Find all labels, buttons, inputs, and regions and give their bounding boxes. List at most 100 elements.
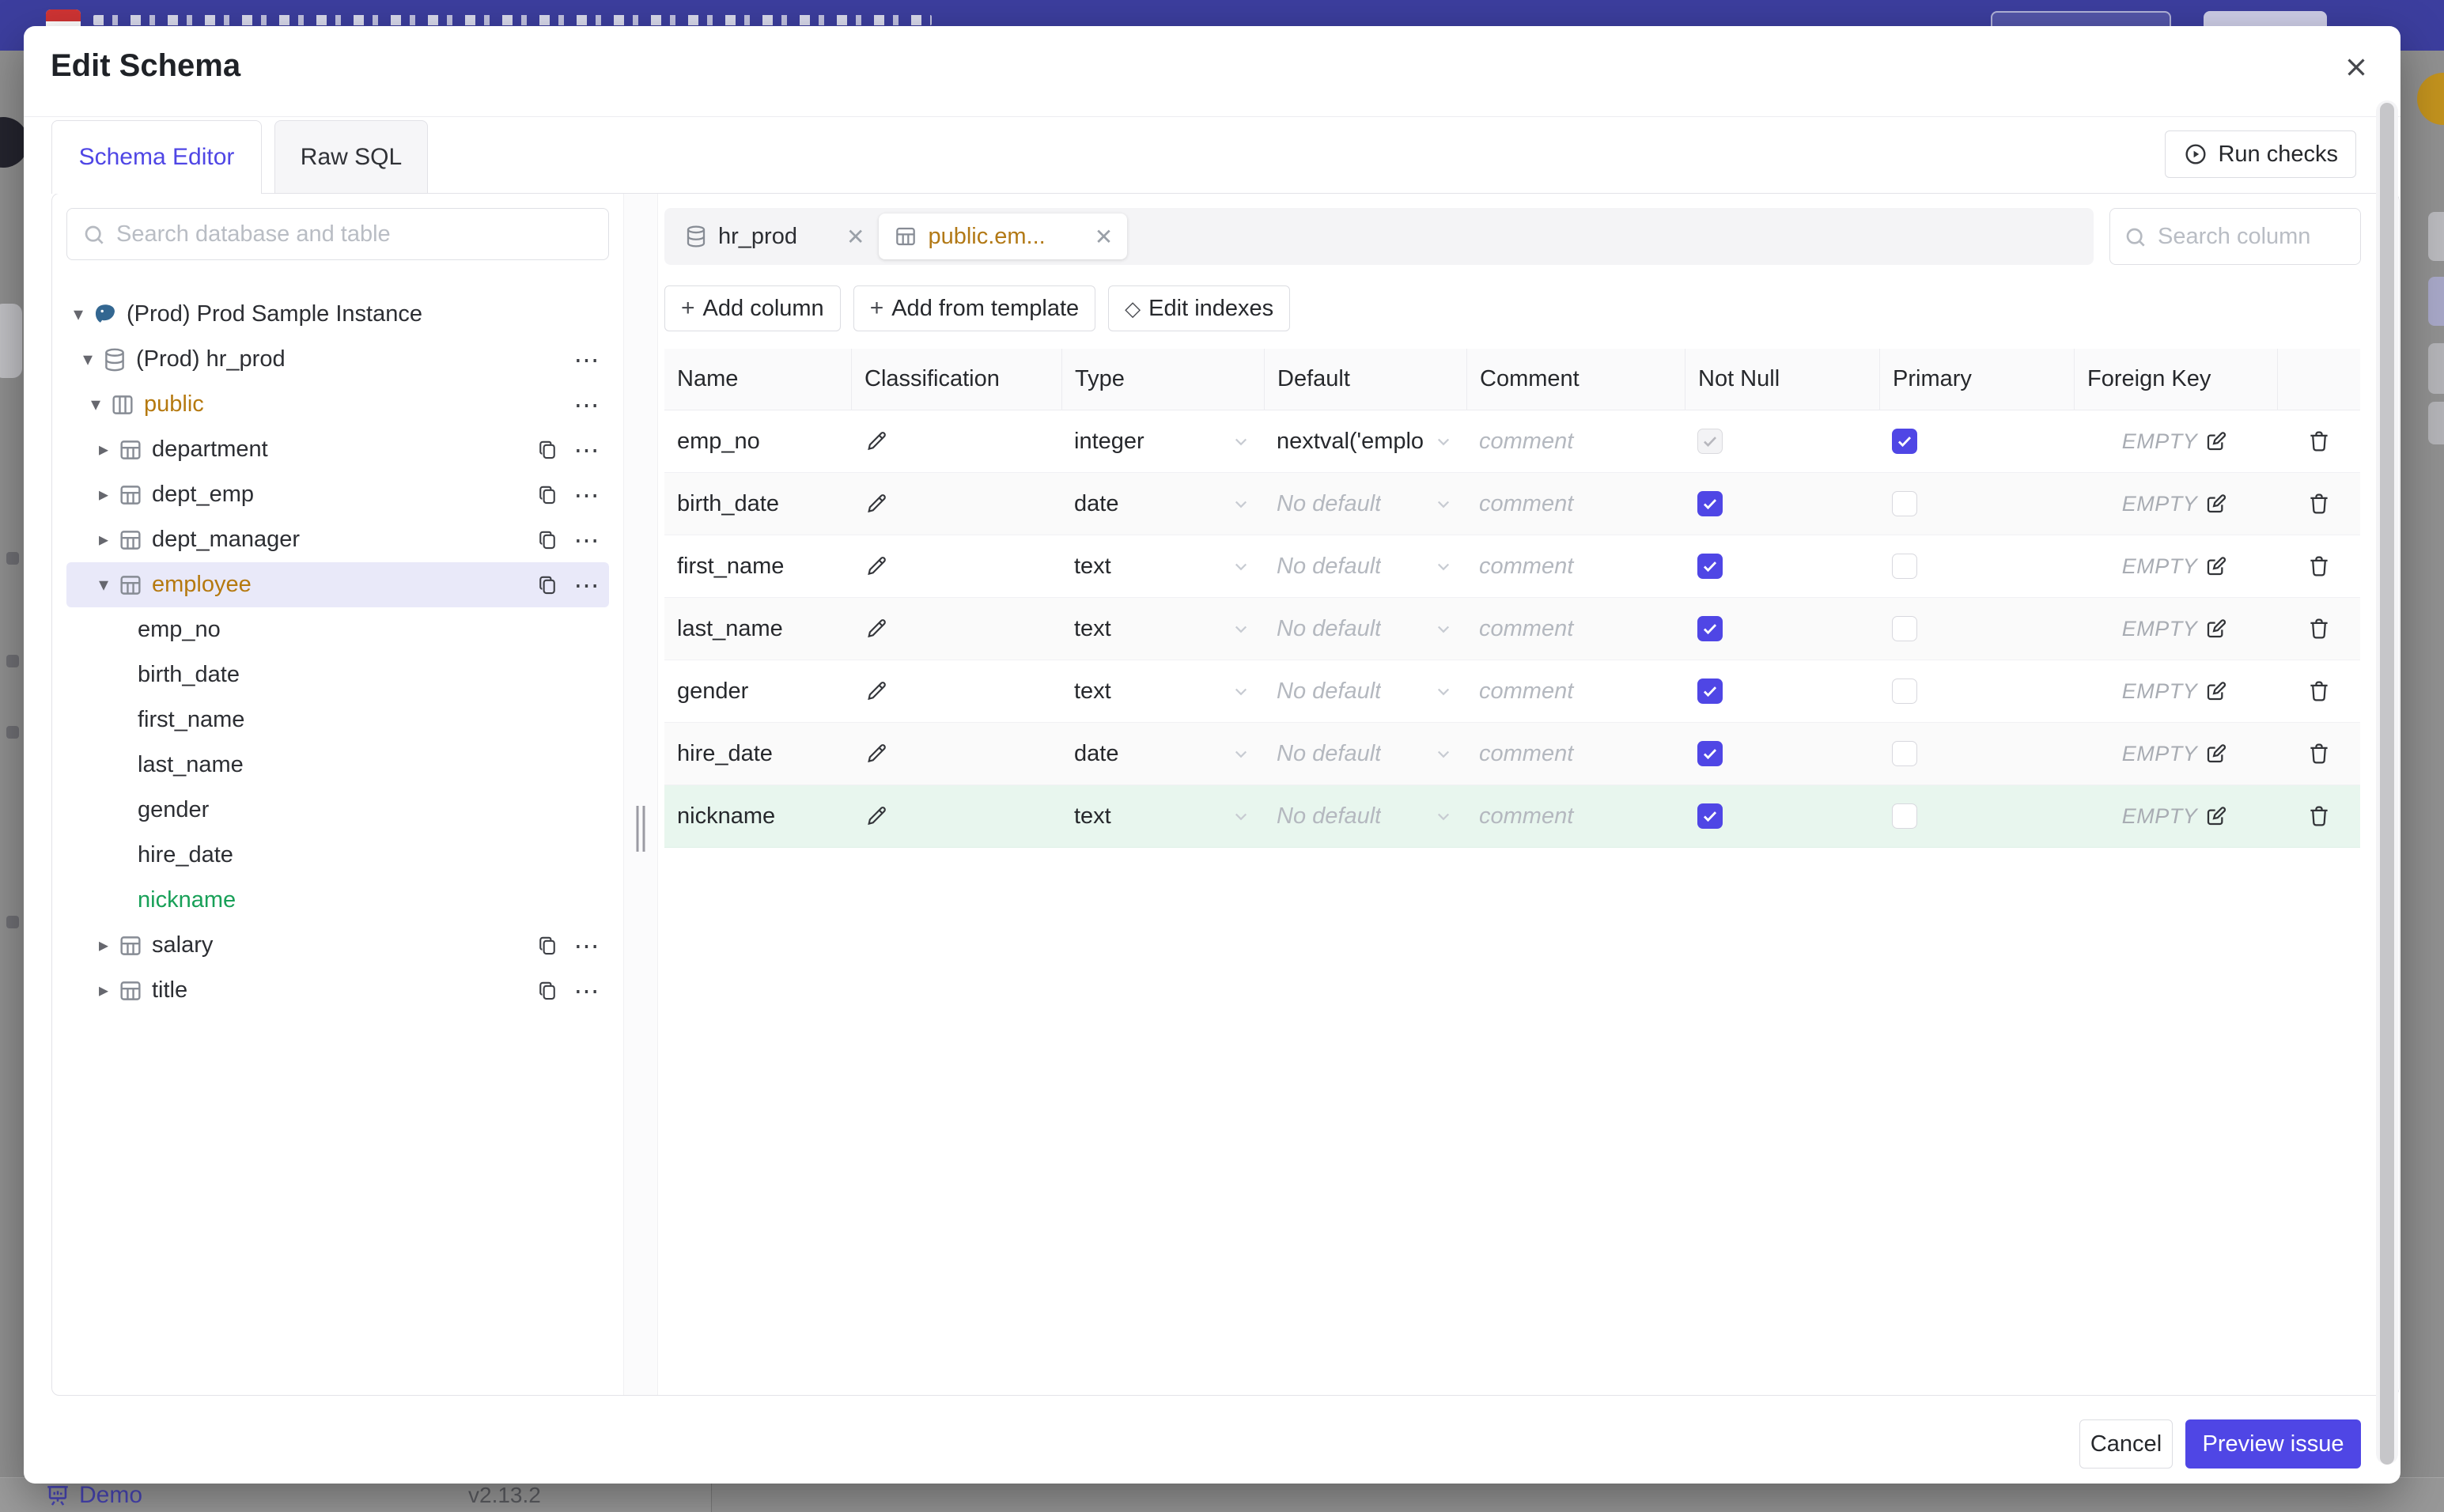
- more-actions-icon[interactable]: ⋯: [573, 391, 601, 419]
- tab-raw-sql[interactable]: Raw SQL: [274, 120, 428, 194]
- column-name-cell[interactable]: hire_date: [664, 723, 851, 784]
- cancel-button[interactable]: Cancel: [2079, 1419, 2173, 1469]
- close-tab-icon[interactable]: ✕: [1095, 224, 1113, 250]
- comment-input[interactable]: comment: [1466, 598, 1685, 660]
- primary-checkbox[interactable]: [1892, 554, 1917, 579]
- more-actions-icon[interactable]: ⋯: [573, 481, 601, 509]
- delete-column-icon[interactable]: [2306, 740, 2332, 767]
- type-select[interactable]: integer: [1061, 410, 1264, 472]
- type-select[interactable]: text: [1061, 535, 1264, 597]
- tree-item-department[interactable]: ▸ department ⋯: [66, 427, 609, 472]
- more-actions-icon[interactable]: ⋯: [573, 932, 601, 960]
- tab-schema-editor[interactable]: Schema Editor: [51, 120, 262, 194]
- delete-column-icon[interactable]: [2306, 678, 2332, 705]
- more-actions-icon[interactable]: ⋯: [573, 571, 601, 599]
- chevron-down-icon[interactable]: ▾: [85, 393, 106, 416]
- comment-input[interactable]: comment: [1466, 723, 1685, 784]
- primary-checkbox[interactable]: [1892, 491, 1917, 516]
- column-name-cell[interactable]: nickname: [664, 785, 851, 847]
- tree-item-dept-emp[interactable]: ▸ dept_emp ⋯: [66, 472, 609, 517]
- tree-item-hr-prod[interactable]: ▾ (Prod) hr_prod ⋯: [66, 337, 609, 382]
- tree-item-nickname[interactable]: nickname: [66, 878, 609, 923]
- tree-item-hire-date[interactable]: hire_date: [66, 833, 609, 878]
- edit-foreign-key-icon[interactable]: [2204, 679, 2229, 704]
- default-select[interactable]: nextval('employ: [1264, 410, 1466, 472]
- not-null-checkbox[interactable]: [1697, 679, 1723, 704]
- chevron-right-icon[interactable]: ▸: [93, 934, 114, 957]
- edit-classification-icon[interactable]: [864, 554, 889, 579]
- edit-foreign-key-icon[interactable]: [2204, 554, 2229, 579]
- tree-item-public[interactable]: ▾ public ⋯: [66, 382, 609, 427]
- chevron-right-icon[interactable]: ▸: [93, 483, 114, 506]
- chevron-right-icon[interactable]: ▸: [93, 528, 114, 551]
- comment-input[interactable]: comment: [1466, 410, 1685, 472]
- chevron-down-icon[interactable]: ▾: [93, 573, 114, 596]
- default-select[interactable]: No default: [1264, 660, 1466, 722]
- chevron-down-icon[interactable]: ▾: [78, 348, 98, 371]
- more-actions-icon[interactable]: ⋯: [573, 526, 601, 554]
- default-select[interactable]: No default: [1264, 473, 1466, 535]
- tree-item-gender[interactable]: gender: [66, 788, 609, 833]
- column-name-cell[interactable]: gender: [664, 660, 851, 722]
- copy-icon[interactable]: [533, 436, 562, 464]
- edit-indexes-button[interactable]: ◇ Edit indexes: [1108, 285, 1291, 331]
- primary-checkbox[interactable]: [1892, 616, 1917, 641]
- tree-item-prod-sample-instance[interactable]: ▾ (Prod) Prod Sample Instance: [66, 292, 609, 337]
- chevron-down-icon[interactable]: ▾: [68, 303, 89, 326]
- tab-chip-hr-prod[interactable]: hr_prod ✕: [669, 208, 879, 265]
- comment-input[interactable]: comment: [1466, 785, 1685, 847]
- close-tab-icon[interactable]: ✕: [846, 224, 864, 250]
- delete-column-icon[interactable]: [2306, 615, 2332, 642]
- edit-classification-icon[interactable]: [864, 616, 889, 641]
- more-actions-icon[interactable]: ⋯: [573, 977, 601, 1005]
- delete-column-icon[interactable]: [2306, 553, 2332, 580]
- type-select[interactable]: date: [1061, 473, 1264, 535]
- tree-item-first-name[interactable]: first_name: [66, 697, 609, 743]
- preview-issue-button[interactable]: Preview issue: [2185, 1419, 2361, 1469]
- tree-item-last-name[interactable]: last_name: [66, 743, 609, 788]
- database-search-input[interactable]: [116, 209, 591, 259]
- column-name-cell[interactable]: first_name: [664, 535, 851, 597]
- copy-icon[interactable]: [533, 977, 562, 1005]
- dialog-scrollbar-thumb[interactable]: [2380, 103, 2394, 1465]
- edit-classification-icon[interactable]: [864, 741, 889, 766]
- copy-icon[interactable]: [533, 481, 562, 509]
- edit-classification-icon[interactable]: [864, 803, 889, 829]
- default-select[interactable]: No default: [1264, 723, 1466, 784]
- default-select[interactable]: No default: [1264, 785, 1466, 847]
- tree-item-salary[interactable]: ▸ salary ⋯: [66, 923, 609, 968]
- more-actions-icon[interactable]: ⋯: [573, 346, 601, 374]
- edit-classification-icon[interactable]: [864, 429, 889, 454]
- tree-item-title[interactable]: ▸ title ⋯: [66, 968, 609, 1013]
- edit-foreign-key-icon[interactable]: [2204, 491, 2229, 516]
- tree-item-dept-manager[interactable]: ▸ dept_manager ⋯: [66, 517, 609, 562]
- primary-checkbox[interactable]: [1892, 429, 1917, 454]
- edit-foreign-key-icon[interactable]: [2204, 803, 2229, 829]
- column-name-cell[interactable]: emp_no: [664, 410, 851, 472]
- edit-classification-icon[interactable]: [864, 491, 889, 516]
- type-select[interactable]: date: [1061, 723, 1264, 784]
- edit-classification-icon[interactable]: [864, 679, 889, 704]
- copy-icon[interactable]: [533, 571, 562, 599]
- chevron-right-icon[interactable]: ▸: [93, 979, 114, 1002]
- tab-chip-public-employee[interactable]: public.em... ✕: [879, 214, 1128, 259]
- type-select[interactable]: text: [1061, 785, 1264, 847]
- edit-foreign-key-icon[interactable]: [2204, 429, 2229, 454]
- not-null-checkbox[interactable]: [1697, 491, 1723, 516]
- default-select[interactable]: No default: [1264, 535, 1466, 597]
- tree-item-emp-no[interactable]: emp_no: [66, 607, 609, 652]
- column-search-input[interactable]: [2158, 209, 2348, 264]
- primary-checkbox[interactable]: [1892, 803, 1917, 829]
- default-select[interactable]: No default: [1264, 598, 1466, 660]
- copy-icon[interactable]: [533, 932, 562, 960]
- edit-foreign-key-icon[interactable]: [2204, 616, 2229, 641]
- not-null-checkbox[interactable]: [1697, 554, 1723, 579]
- delete-column-icon[interactable]: [2306, 803, 2332, 830]
- type-select[interactable]: text: [1061, 660, 1264, 722]
- delete-column-icon[interactable]: [2306, 490, 2332, 517]
- primary-checkbox[interactable]: [1892, 741, 1917, 766]
- type-select[interactable]: text: [1061, 598, 1264, 660]
- comment-input[interactable]: comment: [1466, 660, 1685, 722]
- demo-link[interactable]: Demo: [44, 1482, 142, 1509]
- edit-foreign-key-icon[interactable]: [2204, 741, 2229, 766]
